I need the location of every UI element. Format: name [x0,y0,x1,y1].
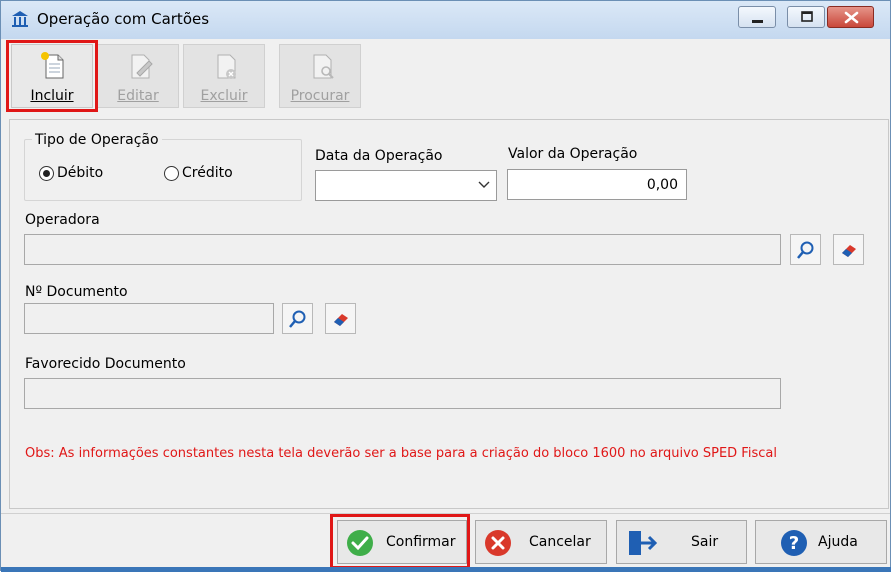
help-circle-icon: ? [781,530,807,556]
window-title: Operação com Cartões [37,10,210,28]
sair-button[interactable]: Sair [616,520,747,564]
credito-label: Crédito [182,165,233,181]
sair-label: Sair [691,534,719,550]
procurar-label: Procurar [290,88,350,104]
cancelar-label: Cancelar [529,534,591,550]
eraser-icon [334,314,348,326]
window: Operação com Cartões Incluir Editar Excl… [0,0,891,572]
eraser-icon [842,245,856,257]
toolbar: Incluir Editar Excluir Procurar [1,39,890,113]
minimize-button[interactable] [738,6,776,28]
search-icon [797,241,814,259]
confirmar-highlight [330,514,470,569]
excluir-button[interactable]: Excluir [183,44,265,108]
documento-search-button[interactable] [282,303,313,334]
procurar-button[interactable]: Procurar [279,44,361,108]
obs-note: Obs: As informações constantes nesta tel… [25,446,777,461]
bank-app-icon [12,11,28,27]
ajuda-button[interactable]: ? Ajuda [755,520,887,564]
svg-text:?: ? [789,533,799,554]
operadora-search-button[interactable] [790,234,821,265]
ajuda-label: Ajuda [818,534,858,550]
window-border-accent [1,567,891,572]
delete-document-icon [217,54,236,79]
valor-operacao-label: Valor da Operação [508,146,638,162]
valor-operacao-value: 0,00 [646,177,678,193]
operadora-clear-button[interactable] [833,234,864,265]
exit-door-icon [629,531,658,555]
x-circle-icon [485,530,511,556]
editar-button[interactable]: Editar [97,44,179,108]
documento-label: Nº Documento [25,284,128,300]
maximize-button[interactable] [787,6,825,28]
documento-clear-button[interactable] [325,303,356,334]
radio-selected-icon [39,166,54,181]
title-bar[interactable]: Operação com Cartões [1,1,890,39]
tipo-operacao-title: Tipo de Operação [32,132,162,148]
documento-field[interactable] [24,303,274,334]
excluir-label: Excluir [200,88,248,104]
data-operacao-label: Data da Operação [315,148,443,164]
chevron-down-icon [478,181,490,188]
minimize-icon [752,20,763,23]
valor-operacao-input[interactable]: 0,00 [507,169,687,200]
incluir-highlight [6,40,98,112]
operadora-label: Operadora [25,212,100,228]
data-operacao-select[interactable] [315,170,497,201]
editar-label: Editar [117,88,159,104]
close-icon [844,11,859,24]
cancelar-button[interactable]: Cancelar [475,520,607,564]
operadora-field[interactable] [24,234,781,265]
favorecido-field[interactable] [24,378,781,409]
search-icon [289,310,306,328]
favorecido-label: Favorecido Documento [25,356,186,372]
edit-document-icon [131,54,153,79]
close-window-button[interactable] [827,6,874,28]
debito-label: Débito [57,165,104,181]
maximize-icon [801,11,813,22]
search-document-icon [313,54,334,79]
radio-unselected-icon [164,166,179,181]
